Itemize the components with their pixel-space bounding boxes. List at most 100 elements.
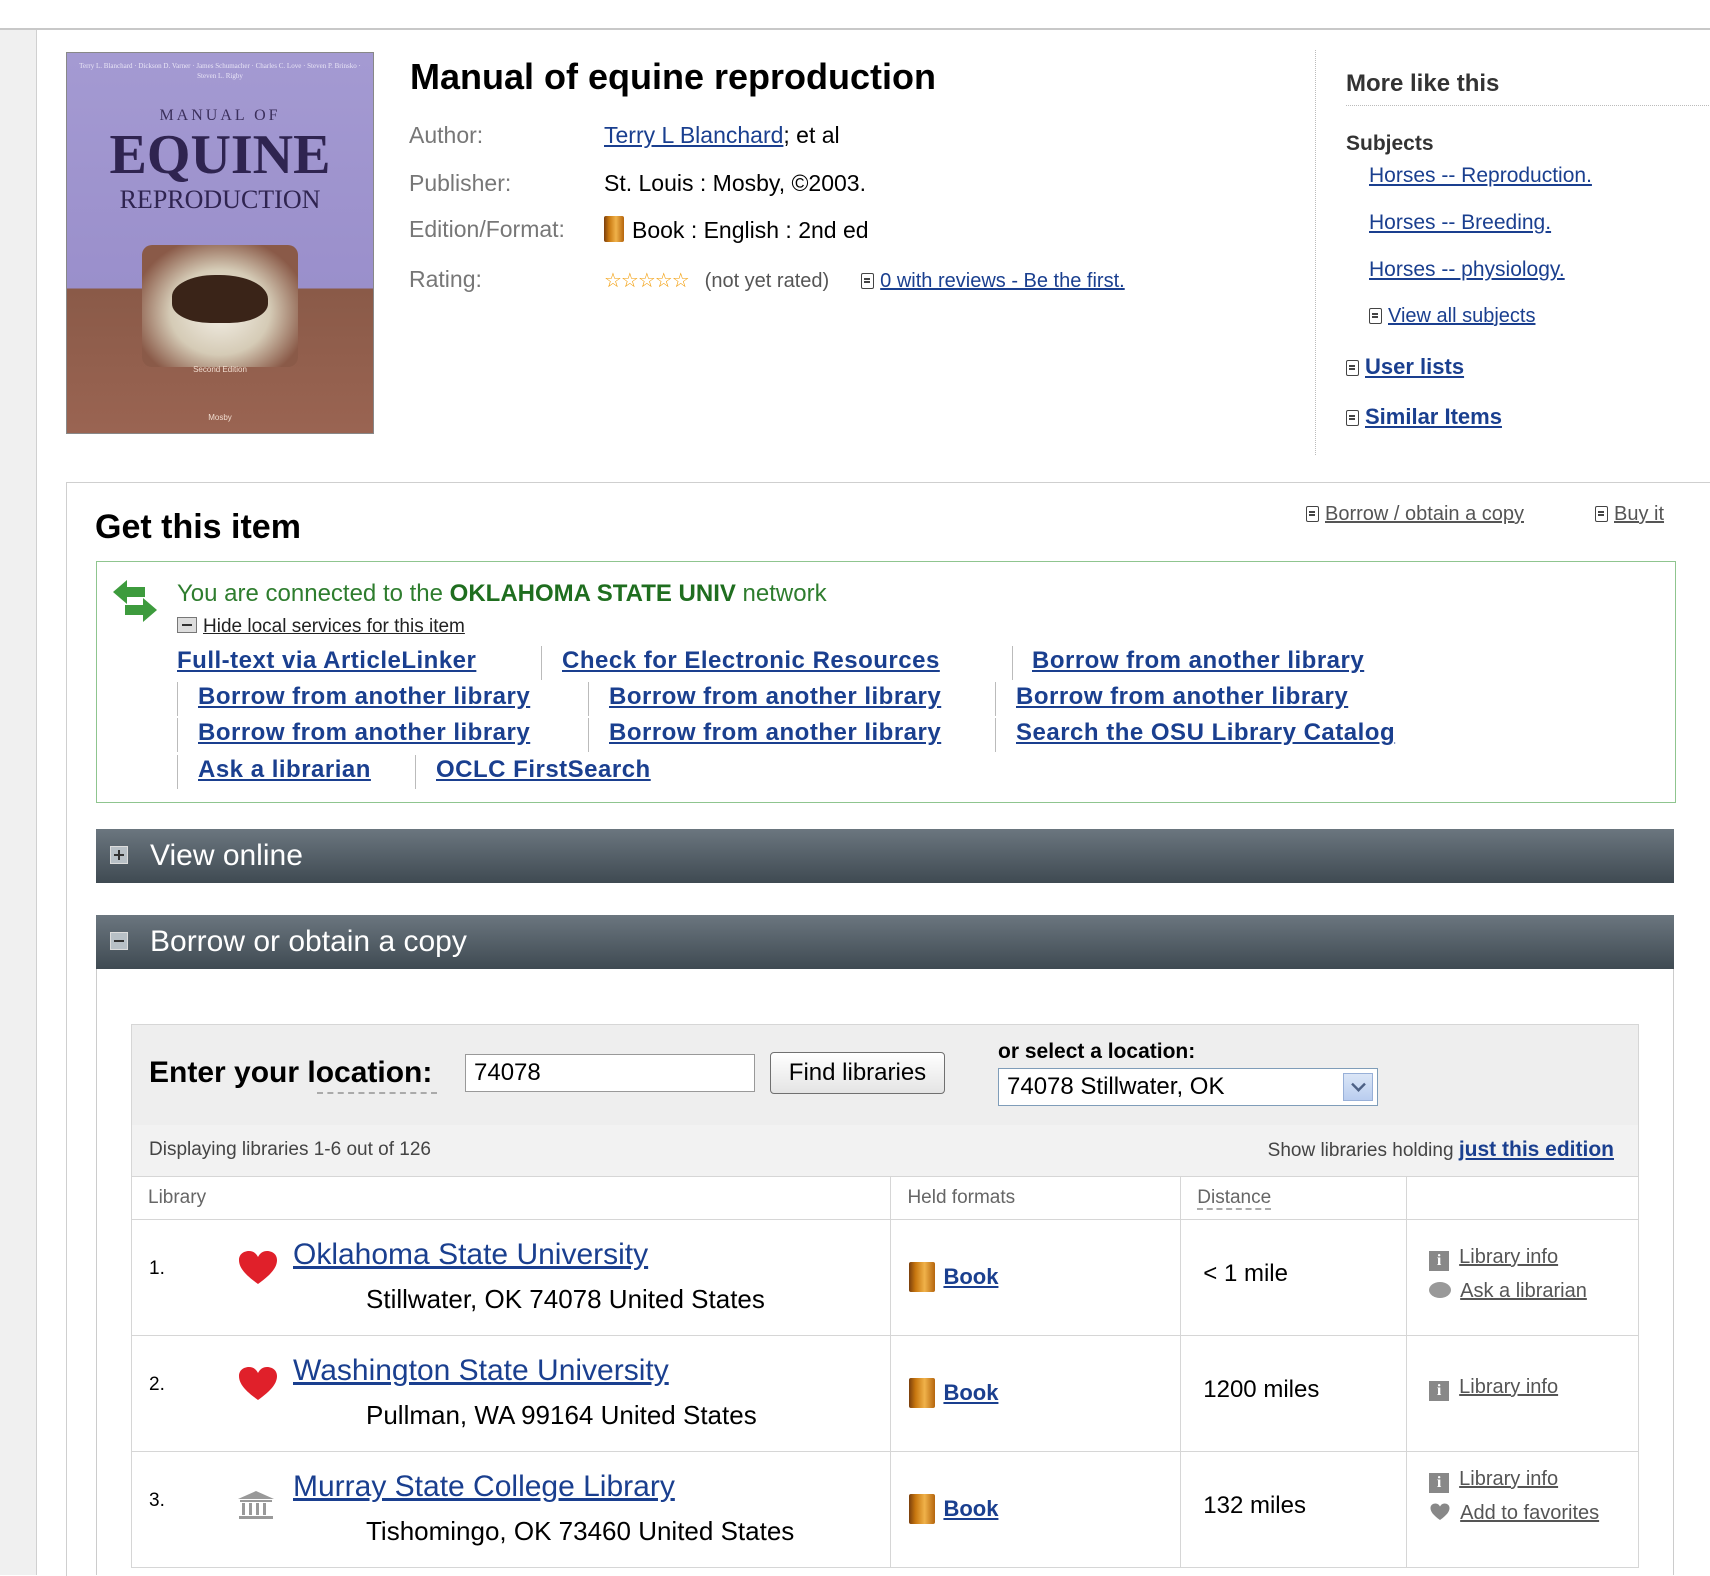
format-label: Book — [943, 1380, 999, 1405]
actions-cell: i Library info Ask a librarian — [1406, 1219, 1639, 1336]
find-libraries-button[interactable]: Find libraries — [770, 1052, 945, 1094]
cover-authors: Terry L. Blanchard · Dickson D. Varner ·… — [79, 62, 361, 80]
document-icon — [1346, 410, 1359, 426]
more-like-this-sidebar: More like this Subjects Horses -- Reprod… — [1315, 50, 1710, 455]
hide-local-services-toggle[interactable]: Hide local services for this item — [177, 616, 465, 638]
library-name-link[interactable]: Murray State College Library — [293, 1470, 675, 1504]
top-divider — [0, 28, 1710, 30]
library-info-action[interactable]: i Library info — [1429, 1376, 1558, 1401]
library-name-link[interactable]: Oklahoma State University — [293, 1238, 648, 1272]
heart-outline-icon — [1430, 1503, 1450, 1520]
library-address: Tishomingo, OK 73460 United States — [366, 1516, 795, 1546]
link-separator — [1012, 646, 1013, 680]
link-fulltext-articlelinker[interactable]: Full-text via ArticleLinker — [177, 647, 476, 675]
column-header-formats[interactable]: Held formats — [890, 1176, 1182, 1220]
library-info-link[interactable]: Library info — [1459, 1376, 1558, 1398]
document-icon — [1369, 308, 1382, 324]
ask-librarian-link[interactable]: Ask a librarian — [1460, 1280, 1587, 1302]
library-info-link[interactable]: Library info — [1459, 1246, 1558, 1268]
document-icon — [1346, 360, 1359, 376]
rating-stars[interactable]: ☆☆☆☆☆ — [604, 270, 690, 292]
borrow-obtain-top-link[interactable]: Borrow / obtain a copy — [1306, 503, 1524, 526]
book-icon — [909, 1262, 936, 1292]
document-icon — [861, 273, 875, 289]
borrow-obtain-link[interactable]: Borrow / obtain a copy — [1325, 503, 1524, 525]
link-separator — [177, 682, 178, 716]
sidebar-divider — [1346, 105, 1710, 106]
expand-icon[interactable] — [110, 846, 128, 864]
column-header-library[interactable]: Library — [130, 1176, 892, 1220]
buy-it-top-link[interactable]: Buy it — [1595, 503, 1664, 526]
link-separator — [541, 646, 542, 680]
buy-it-link[interactable]: Buy it — [1614, 503, 1664, 525]
link-borrow-2[interactable]: Borrow from another library — [198, 683, 530, 711]
location-label: Enter your location: — [149, 1056, 433, 1089]
edition-text: Book : English : 2nd ed — [632, 217, 869, 243]
location-input[interactable] — [465, 1054, 755, 1092]
link-borrow-4[interactable]: Borrow from another library — [1016, 683, 1348, 711]
chevron-down-icon[interactable] — [1343, 1073, 1373, 1101]
distance-cell: < 1 mile — [1180, 1219, 1408, 1336]
table-row: 3. Murray State College Library Tishomin… — [130, 1451, 1639, 1568]
user-lists-label: User lists — [1365, 354, 1465, 379]
book-icon — [604, 216, 624, 242]
library-name-link[interactable]: Washington State University — [293, 1354, 669, 1388]
author-label: Author: — [409, 122, 484, 148]
link-search-osu-catalog[interactable]: Search the OSU Library Catalog — [1016, 719, 1395, 747]
subject-link-reproduction[interactable]: Horses -- Reproduction. — [1369, 164, 1592, 188]
library-address: Stillwater, OK 74078 United States — [366, 1284, 765, 1314]
connection-arrows-icon — [113, 580, 157, 622]
ask-librarian-action[interactable]: Ask a librarian — [1429, 1280, 1587, 1303]
info-icon: i — [1429, 1251, 1450, 1271]
cover-publisher: Mosby — [208, 413, 232, 422]
link-borrow-1[interactable]: Borrow from another library — [1032, 647, 1364, 675]
publisher-value: St. Louis : Mosby, ©2003. — [604, 170, 866, 196]
user-lists-link[interactable]: User lists — [1346, 354, 1464, 380]
borrow-section-title: Borrow or obtain a copy — [150, 925, 467, 958]
author-link[interactable]: Terry L Blanchard — [604, 122, 783, 148]
link-separator — [177, 755, 178, 789]
view-online-section-header[interactable]: View online — [96, 829, 1674, 883]
link-check-electronic[interactable]: Check for Electronic Resources — [562, 647, 940, 675]
reviews-link[interactable]: 0 with reviews - Be the first. — [861, 270, 1125, 292]
info-icon: i — [1429, 1473, 1450, 1493]
get-this-item-heading: Get this item — [95, 508, 301, 546]
link-ask-librarian[interactable]: Ask a librarian — [198, 756, 371, 784]
collapse-icon[interactable] — [110, 932, 128, 950]
rating-text: (not yet rated) — [704, 270, 830, 292]
author-suffix: ; et al — [783, 122, 840, 148]
link-separator — [995, 682, 996, 716]
format-link[interactable]: Book — [909, 1262, 998, 1292]
displaying-count: Displaying libraries 1-6 out of 126 — [149, 1139, 431, 1160]
view-all-subjects-link[interactable]: View all subjects — [1369, 305, 1535, 328]
link-separator — [177, 718, 178, 752]
book-cover-image: Terry L. Blanchard · Dickson D. Varner ·… — [66, 52, 374, 434]
subject-link-physiology[interactable]: Horses -- physiology. — [1369, 258, 1565, 282]
format-link[interactable]: Book — [909, 1378, 998, 1408]
link-oclc-firstsearch[interactable]: OCLC FirstSearch — [436, 756, 651, 784]
location-select[interactable]: 74078 Stillwater, OK — [998, 1068, 1378, 1106]
library-cell: 3. Murray State College Library Tishomin… — [130, 1451, 892, 1568]
library-info-action[interactable]: i Library info — [1429, 1246, 1558, 1271]
link-borrow-6[interactable]: Borrow from another library — [609, 719, 941, 747]
add-to-favorites-link[interactable]: Add to favorites — [1460, 1502, 1599, 1524]
link-borrow-5[interactable]: Borrow from another library — [198, 719, 530, 747]
column-header-actions — [1406, 1176, 1639, 1220]
table-row: 2. Washington State University Pullman, … — [130, 1335, 1639, 1452]
borrow-section-header[interactable]: Borrow or obtain a copy — [96, 915, 1674, 969]
cover-title-line3: REPRODUCTION — [119, 185, 321, 214]
subject-link-breeding[interactable]: Horses -- Breeding. — [1369, 211, 1551, 235]
column-header-distance[interactable]: Distance — [1180, 1176, 1408, 1220]
library-cell: 2. Washington State University Pullman, … — [130, 1335, 892, 1452]
link-borrow-3[interactable]: Borrow from another library — [609, 683, 941, 711]
library-info-link[interactable]: Library info — [1459, 1468, 1558, 1490]
library-address: Pullman, WA 99164 United States — [366, 1400, 757, 1430]
format-link[interactable]: Book — [909, 1494, 998, 1524]
link-separator — [588, 682, 589, 716]
format-label: Book — [943, 1264, 999, 1289]
similar-items-link[interactable]: Similar Items — [1346, 404, 1502, 430]
just-this-edition-link[interactable]: just this edition — [1459, 1138, 1614, 1161]
add-to-favorites-action[interactable]: Add to favorites — [1429, 1502, 1599, 1525]
publisher-label: Publisher: — [409, 170, 512, 196]
library-info-action[interactable]: i Library info — [1429, 1468, 1558, 1493]
